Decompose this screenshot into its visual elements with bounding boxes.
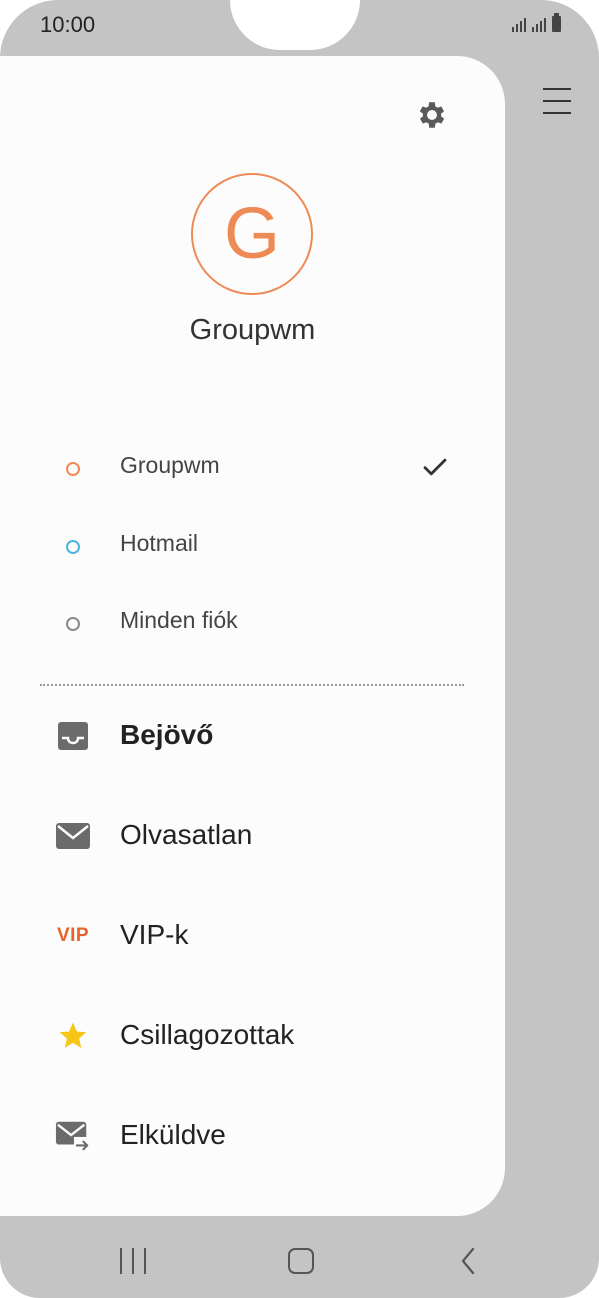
folder-label: Olvasatlan [120, 819, 253, 850]
account-label: Groupwm [120, 452, 220, 478]
recent-apps-icon[interactable] [120, 1248, 146, 1274]
account-item-hotmail[interactable]: Hotmail [0, 516, 505, 576]
signal-icon [512, 18, 526, 32]
folder-label: Bejövő [120, 719, 214, 750]
home-icon[interactable] [288, 1248, 314, 1274]
account-label: Hotmail [120, 530, 198, 556]
inbox-icon [55, 719, 91, 753]
back-icon[interactable] [456, 1246, 480, 1276]
gear-icon[interactable] [415, 98, 449, 132]
sent-mail-icon [55, 1119, 91, 1153]
account-color-dot [66, 617, 80, 631]
divider [40, 684, 464, 686]
account-color-dot [66, 540, 80, 554]
account-color-dot [66, 462, 80, 476]
profile-name: Groupwm [189, 314, 316, 346]
account-item-all[interactable]: Minden fiók [0, 593, 505, 653]
folder-item-inbox[interactable]: Bejövő [0, 701, 505, 771]
star-icon [55, 1019, 91, 1053]
navigation-drawer: G Groupwm Groupwm Hotmail Minden fiók Be… [0, 56, 505, 1216]
folder-label: VIP-k [120, 919, 189, 950]
camera-notch [230, 0, 360, 50]
account-label: Minden fiók [120, 607, 238, 633]
signal-icon-2 [532, 18, 546, 32]
account-item-groupwm[interactable]: Groupwm [0, 438, 505, 498]
menu-icon[interactable] [543, 88, 571, 114]
battery-icon [552, 13, 561, 32]
avatar-initial: G [223, 194, 280, 274]
system-navigation-bar [0, 1218, 599, 1298]
status-time: 10:00 [40, 12, 96, 37]
folder-label: Csillagozottak [120, 1019, 295, 1050]
avatar[interactable]: G [191, 173, 313, 295]
envelope-icon [55, 819, 91, 853]
check-icon [423, 458, 447, 476]
folder-item-unread[interactable]: Olvasatlan [0, 801, 505, 871]
status-icons [512, 13, 561, 32]
phone-frame: 10:00 G Groupwm Groupwm Hotmail Minden f… [0, 0, 599, 1298]
folder-item-vip[interactable]: VIP VIP-k [0, 901, 505, 971]
folder-label: Elküldve [120, 1119, 226, 1150]
vip-icon: VIP [56, 925, 90, 946]
folder-item-starred[interactable]: Csillagozottak [0, 1001, 505, 1071]
folder-item-sent[interactable]: Elküldve [0, 1101, 505, 1171]
